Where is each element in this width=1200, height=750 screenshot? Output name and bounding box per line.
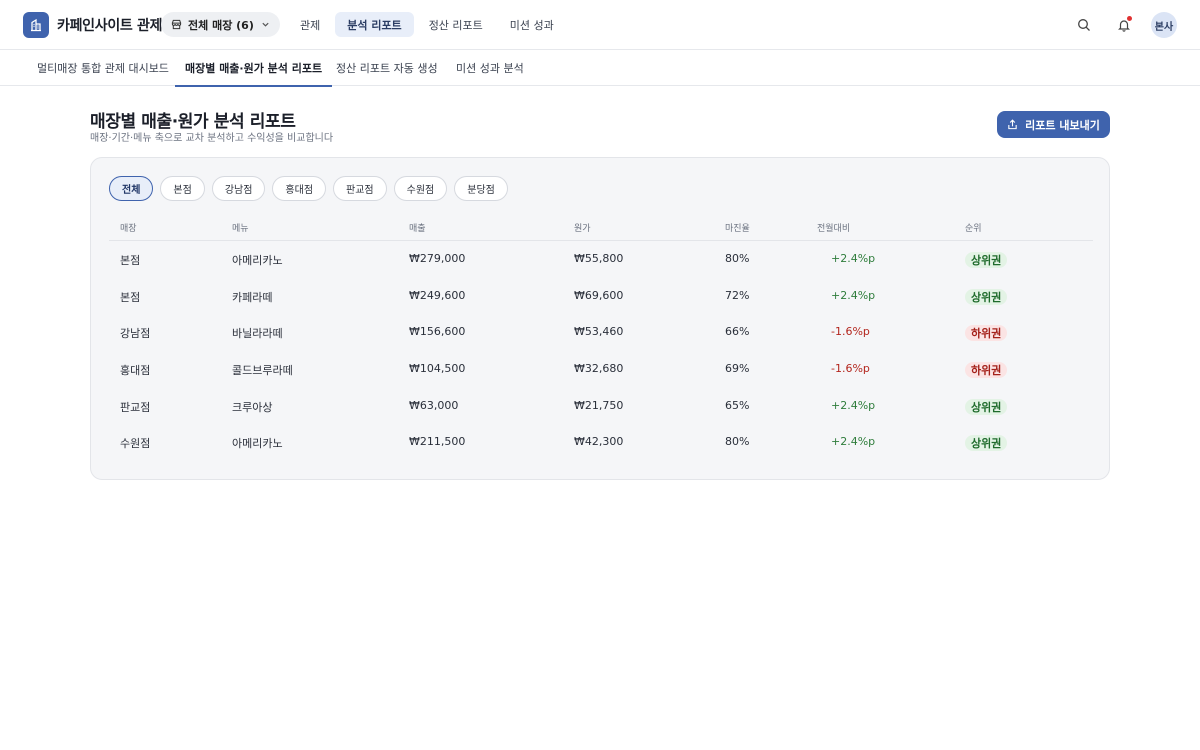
- cell-sales: ₩104,500: [409, 362, 466, 376]
- cell-menu: 바닐라라떼: [232, 327, 283, 341]
- store-select-label: 전체 매장 (6): [188, 18, 254, 32]
- cell-sales: ₩249,600: [409, 288, 466, 302]
- cell-cost: ₩69,600: [574, 288, 624, 302]
- cell-margin: 80%: [725, 435, 750, 449]
- table-row[interactable]: 판교점 크루아상 ₩63,000 ₩21,750 65% +2.4%p 상위권: [109, 388, 1093, 425]
- sub-tabs: 멀티매장 통합 관제 대시보드 매장별 매출·원가 분석 리포트 정산 리포트 …: [0, 50, 1200, 87]
- rank-badge: 상위권: [965, 398, 1008, 415]
- notifications-button[interactable]: [1111, 12, 1137, 38]
- cell-sales: ₩156,600: [409, 325, 466, 339]
- top-actions: 본사: [1071, 12, 1177, 38]
- store-building-icon: [23, 12, 49, 38]
- cell-menu: 아메리카노: [232, 254, 283, 267]
- cell-store: 판교점: [120, 400, 151, 414]
- cell-store: 강남점: [120, 327, 151, 341]
- rank-badge: 상위권: [965, 435, 1008, 452]
- export-report-button[interactable]: 리포트 내보내기: [997, 111, 1110, 138]
- rank-badge: 상위권: [965, 288, 1008, 305]
- table-row[interactable]: 수원점 아메리카노 ₩211,500 ₩42,300 80% +2.4%p 상위…: [109, 424, 1093, 461]
- column-header-mom: 전월대비: [817, 224, 851, 234]
- cell-mom: +2.4%p: [831, 435, 876, 449]
- top-header: 카페인사이트 관제 전체 매장 (6) 관제 분석 리포트 정산 리포트 미션 …: [0, 0, 1200, 50]
- column-header-sales: 매출: [409, 224, 426, 234]
- page-subtitle: 매장·기간·메뉴 축으로 교차 분석하고 수익성을 비교합니다: [90, 133, 334, 144]
- rank-badge: 하위권: [965, 362, 1008, 379]
- filter-chip-suwon[interactable]: 수원점: [393, 176, 448, 201]
- cell-margin: 80%: [725, 252, 750, 265]
- chevron-down-icon: [261, 20, 270, 29]
- cell-menu: 크루아상: [232, 400, 273, 414]
- table-header: 매장 메뉴 매출 원가 마진율 전월대비 순위: [109, 215, 1093, 241]
- rank-badge: 하위권: [965, 325, 1008, 342]
- cell-mom: -1.6%p: [831, 362, 870, 376]
- column-header-menu: 메뉴: [232, 224, 249, 234]
- table-row[interactable]: 홍대점 콜드브루라떼 ₩104,500 ₩32,680 69% -1.6%p 하…: [109, 351, 1093, 388]
- report-card: 전체 본점 강남점 홍대점 판교점 수원점 분당점 매장 메뉴 매출 원가 마진…: [90, 157, 1110, 480]
- column-header-margin: 마진율: [725, 224, 750, 234]
- rank-badge: 상위권: [965, 252, 1008, 268]
- tab-multi-store-dashboard[interactable]: 멀티매장 통합 관제 대시보드: [37, 50, 169, 86]
- cell-cost: ₩55,800: [574, 252, 624, 265]
- store-select-dropdown[interactable]: 전체 매장 (6): [161, 12, 280, 37]
- filter-chip-bundang[interactable]: 분당점: [454, 176, 508, 201]
- cell-margin: 66%: [725, 325, 750, 339]
- tab-settlement-auto-report[interactable]: 정산 리포트 자동 생성: [336, 50, 438, 86]
- table-row[interactable]: 본점 카페라떼 ₩249,600 ₩69,600 72% +2.4%p 상위권: [109, 278, 1093, 315]
- nav-item-analysis-report[interactable]: 분석 리포트: [335, 12, 414, 37]
- filter-chip-gangnam[interactable]: 강남점: [211, 176, 266, 201]
- cell-menu: 아메리카노: [232, 437, 283, 451]
- avatar[interactable]: 본사: [1151, 12, 1177, 38]
- cell-cost: ₩21,750: [574, 398, 624, 412]
- cell-menu: 카페라떼: [232, 290, 273, 304]
- cell-store: 본점: [120, 290, 141, 304]
- cell-sales: ₩63,000: [409, 398, 459, 412]
- nav-item-settlement-report[interactable]: 정산 리포트: [417, 12, 495, 37]
- tab-mission-analysis[interactable]: 미션 성과 분석: [456, 50, 524, 86]
- share-upload-icon: [1007, 119, 1018, 130]
- filter-chip-main[interactable]: 본점: [160, 176, 205, 201]
- cell-store: 수원점: [120, 437, 151, 451]
- cell-cost: ₩53,460: [574, 325, 624, 339]
- tab-store-sales-cost-report[interactable]: 매장별 매출·원가 분석 리포트: [174, 50, 333, 87]
- search-button[interactable]: [1071, 12, 1097, 38]
- cell-mom: +2.4%p: [831, 288, 876, 302]
- store-filter-chips: 전체 본점 강남점 홍대점 판교점 수원점 분당점: [109, 176, 515, 201]
- store-icon: [171, 19, 182, 30]
- cell-mom: +2.4%p: [831, 252, 876, 265]
- cell-sales: ₩279,000: [409, 252, 466, 265]
- search-icon: [1078, 19, 1090, 31]
- cell-mom: -1.6%p: [831, 325, 870, 339]
- table-row[interactable]: 본점 아메리카노 ₩279,000 ₩55,800 80% +2.4%p 상위권: [109, 241, 1093, 278]
- brand[interactable]: 카페인사이트 관제: [23, 12, 163, 38]
- cell-margin: 69%: [725, 362, 750, 376]
- nav-item-mission-performance[interactable]: 미션 성과: [498, 12, 566, 37]
- cell-menu: 콜드브루라떼: [232, 364, 293, 378]
- cell-store: 본점: [120, 254, 141, 267]
- cell-margin: 72%: [725, 288, 750, 302]
- table-row[interactable]: 강남점 바닐라라떼 ₩156,600 ₩53,460 66% -1.6%p 하위…: [109, 314, 1093, 351]
- filter-chip-all[interactable]: 전체: [109, 176, 154, 201]
- column-header-cost: 원가: [574, 224, 591, 234]
- brand-name: 카페인사이트 관제: [57, 18, 163, 34]
- sales-cost-table: 매장 메뉴 매출 원가 마진율 전월대비 순위 본점 아메리카노 ₩279,00…: [109, 215, 1093, 461]
- cell-sales: ₩211,500: [409, 435, 466, 449]
- cell-store: 홍대점: [120, 364, 151, 378]
- filter-chip-pangyo[interactable]: 판교점: [333, 176, 387, 201]
- filter-chip-hongdae[interactable]: 홍대점: [272, 176, 327, 201]
- cell-margin: 65%: [725, 398, 750, 412]
- cell-cost: ₩32,680: [574, 362, 624, 376]
- top-nav: 관제 분석 리포트 정산 리포트 미션 성과: [288, 12, 569, 37]
- cell-cost: ₩42,300: [574, 435, 624, 449]
- export-report-label: 리포트 내보내기: [1025, 118, 1100, 132]
- nav-item-monitoring[interactable]: 관제: [288, 12, 332, 37]
- column-header-rank: 순위: [965, 224, 982, 234]
- cell-mom: +2.4%p: [831, 398, 876, 412]
- notification-badge: [1127, 16, 1132, 21]
- column-header-store: 매장: [120, 224, 137, 234]
